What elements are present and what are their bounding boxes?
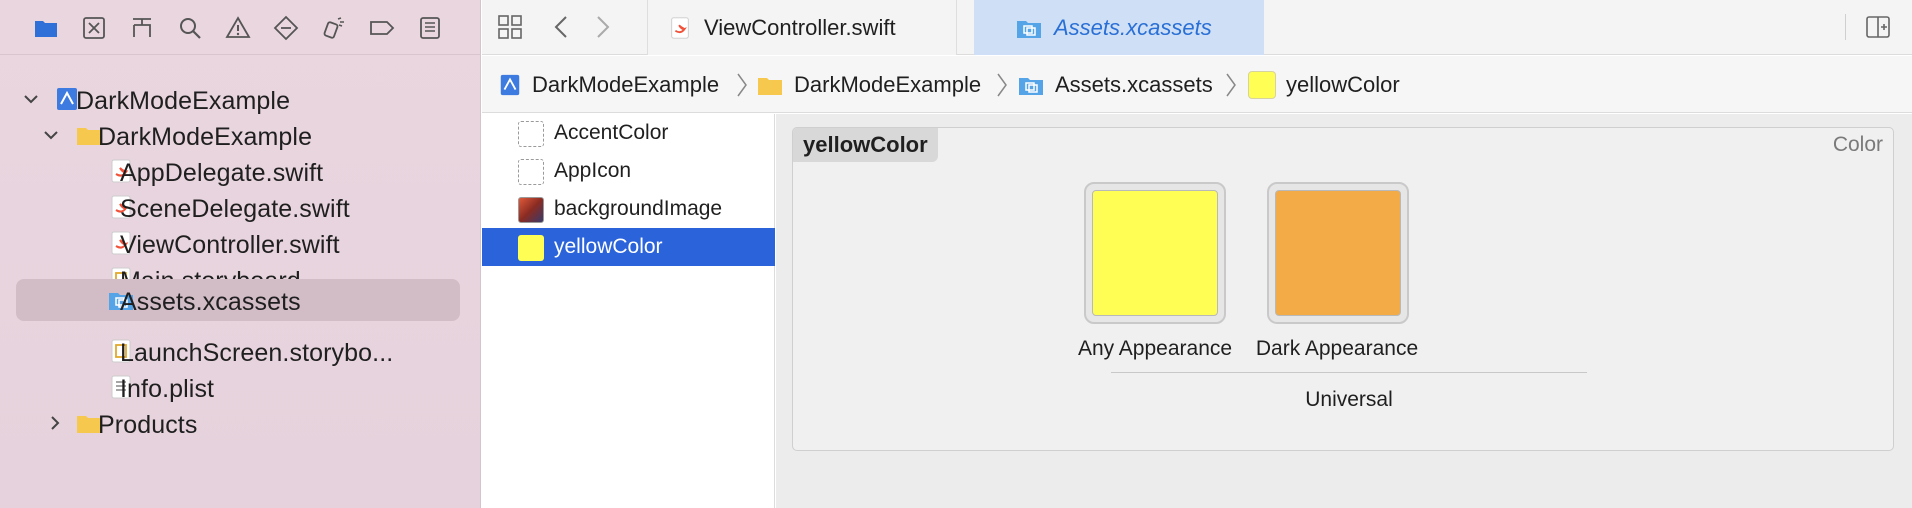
tree-item-assets[interactable]: Assets.xcassets bbox=[16, 279, 460, 321]
image-thumbnail-icon bbox=[518, 197, 544, 223]
chevron-right-icon bbox=[997, 73, 1007, 97]
asset-label: backgroundImage bbox=[554, 197, 723, 220]
breakpoint-icon[interactable] bbox=[366, 12, 398, 44]
warning-icon[interactable] bbox=[222, 12, 254, 44]
tab-viewcontroller[interactable]: ViewController.swift bbox=[647, 0, 957, 55]
chevron-right-icon bbox=[1226, 73, 1236, 97]
search-icon[interactable] bbox=[174, 12, 206, 44]
asset-label: AccentColor bbox=[554, 121, 669, 144]
dark-appearance-swatch[interactable] bbox=[1267, 182, 1409, 324]
color-set-name: yellowColor bbox=[793, 128, 938, 162]
breadcrumb-label: DarkModeExample bbox=[532, 72, 720, 97]
asset-item-backgroundimage[interactable]: backgroundImage bbox=[482, 190, 775, 228]
tree-item-label: DarkModeExample bbox=[76, 87, 291, 115]
add-editor-icon[interactable] bbox=[1862, 11, 1894, 43]
breadcrumb-assets[interactable]: Assets.xcassets bbox=[1017, 70, 1213, 100]
tree-item-label: ViewController.swift bbox=[120, 231, 340, 259]
source-control-icon[interactable] bbox=[78, 12, 110, 44]
breadcrumb: DarkModeExample DarkModeExample Assets.x… bbox=[482, 56, 1912, 113]
hierarchy-icon[interactable] bbox=[126, 12, 158, 44]
folder-icon[interactable] bbox=[30, 12, 62, 44]
tree-item-label: Info.plist bbox=[120, 375, 215, 403]
tree-item-label: SceneDelegate.swift bbox=[120, 195, 350, 223]
debug-icon[interactable] bbox=[318, 12, 350, 44]
color-swatch-icon bbox=[1248, 71, 1276, 99]
report-icon[interactable] bbox=[414, 12, 446, 44]
any-appearance-swatch[interactable] bbox=[1084, 182, 1226, 324]
color-set-type: Color bbox=[1832, 133, 1883, 156]
asset-item-yellowcolor[interactable]: yellowColor bbox=[482, 228, 775, 266]
asset-item-accentcolor[interactable]: AccentColor bbox=[482, 114, 775, 152]
tree-item-label: Products bbox=[98, 411, 198, 439]
navigator-toolbar bbox=[0, 0, 481, 55]
tree-item-label: LaunchScreen.storybo... bbox=[120, 339, 394, 367]
asset-label: yellowColor bbox=[554, 235, 663, 258]
tree-item-label: AppDelegate.swift bbox=[120, 159, 324, 187]
project-icon bbox=[500, 74, 520, 96]
tree-item-label: DarkModeExample bbox=[98, 123, 313, 151]
tab-assets[interactable]: Assets.xcassets bbox=[974, 0, 1264, 55]
dark-appearance-label: Dark Appearance bbox=[1255, 337, 1419, 360]
project-navigator: DarkModeExample DarkModeExample AppDeleg… bbox=[0, 0, 481, 508]
color-set-panel: yellowColor Color Any Appearance Dark Ap… bbox=[792, 127, 1894, 451]
folder-icon bbox=[758, 78, 782, 95]
back-arrow-icon[interactable] bbox=[546, 11, 578, 43]
forward-arrow-icon[interactable] bbox=[586, 11, 618, 43]
breadcrumb-color[interactable]: yellowColor bbox=[1248, 70, 1400, 100]
breadcrumb-label: yellowColor bbox=[1286, 72, 1400, 97]
chevron-right-icon bbox=[737, 73, 747, 97]
chevron-down-icon[interactable] bbox=[22, 90, 40, 108]
asset-catalog-icon bbox=[1019, 78, 1043, 95]
toolbar-divider bbox=[1845, 14, 1846, 40]
device-label: Universal bbox=[1305, 388, 1393, 411]
asset-list: AccentColor AppIcon backgroundImage yell… bbox=[482, 114, 775, 508]
navigator-divider bbox=[0, 54, 481, 55]
swift-file-icon bbox=[671, 16, 689, 39]
tab-label: Assets.xcassets bbox=[1054, 14, 1212, 40]
asset-item-appicon[interactable]: AppIcon bbox=[482, 152, 775, 190]
color-swatch bbox=[1092, 190, 1218, 316]
editor-tab-bar: ViewController.swift Assets.xcassets bbox=[482, 0, 1912, 55]
breadcrumb-project[interactable]: DarkModeExample bbox=[498, 70, 719, 100]
color-swatch bbox=[1275, 190, 1401, 316]
tab-label: ViewController.swift bbox=[704, 14, 896, 40]
empty-asset-icon bbox=[518, 121, 544, 147]
color-swatch-icon bbox=[518, 235, 544, 261]
tree-item-label: Assets.xcassets bbox=[120, 288, 301, 316]
related-items-icon[interactable] bbox=[494, 11, 526, 43]
chevron-down-icon[interactable] bbox=[42, 126, 60, 144]
tree-item-products[interactable]: Products bbox=[16, 402, 460, 444]
empty-asset-icon bbox=[518, 159, 544, 185]
asset-catalog-icon bbox=[1017, 20, 1041, 38]
breadcrumb-label: Assets.xcassets bbox=[1055, 72, 1213, 97]
device-divider bbox=[1111, 372, 1587, 373]
asset-canvas: yellowColor Color Any Appearance Dark Ap… bbox=[776, 114, 1912, 508]
asset-label: AppIcon bbox=[554, 159, 632, 182]
breadcrumb-label: DarkModeExample bbox=[794, 72, 982, 97]
chevron-right-icon[interactable] bbox=[46, 414, 64, 432]
breadcrumb-group[interactable]: DarkModeExample bbox=[756, 70, 981, 100]
test-icon[interactable] bbox=[270, 12, 302, 44]
